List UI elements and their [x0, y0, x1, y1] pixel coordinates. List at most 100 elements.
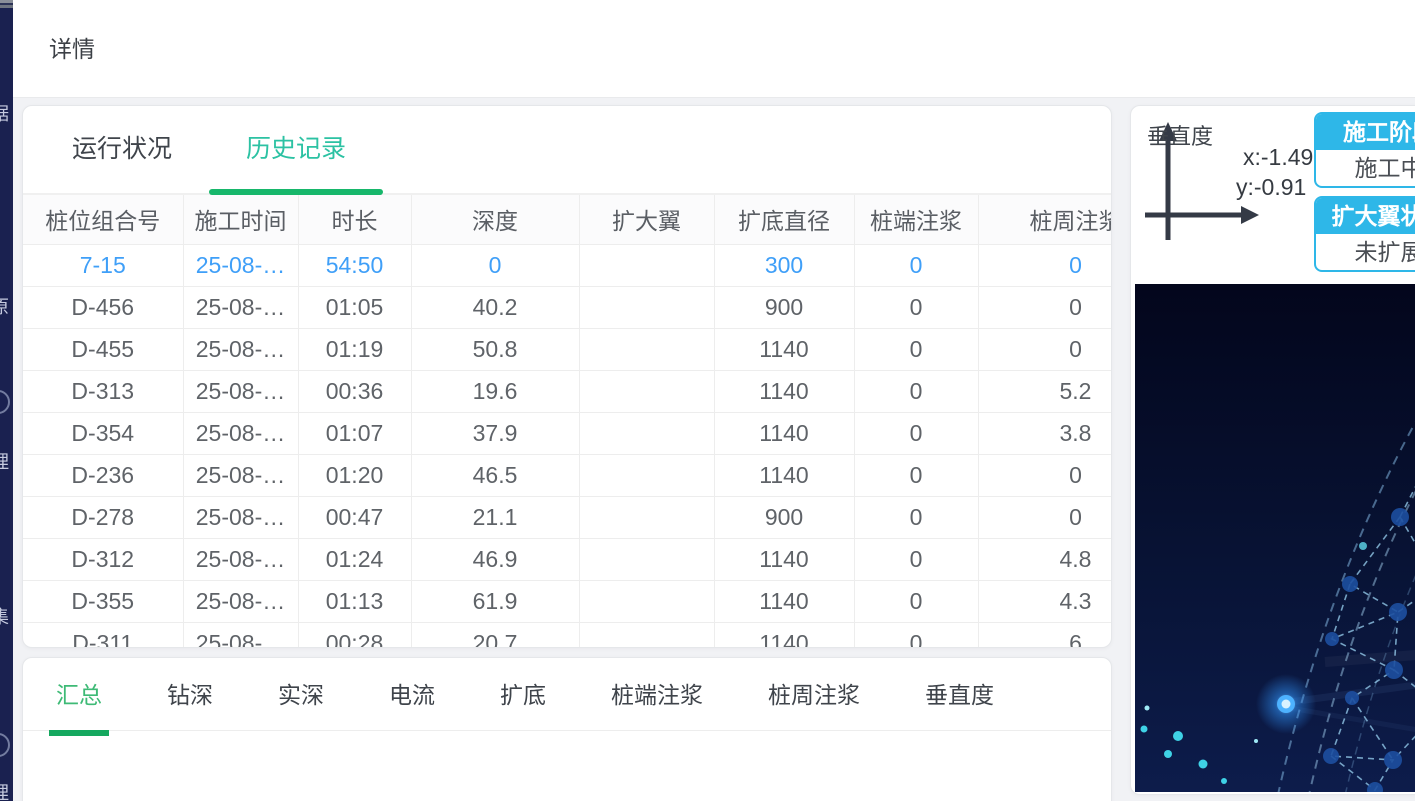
dialog-body: 运行状况历史记录 桩位组合号施工时间时长深度扩大翼扩底直径桩端注浆桩周注浆 7-… — [13, 97, 1415, 801]
table-cell: 00:28 — [298, 622, 411, 648]
table-cell — [579, 496, 714, 538]
table-cell: 0 — [854, 454, 978, 496]
table-cell — [579, 328, 714, 370]
table-cell — [579, 244, 714, 286]
table-cell: D-313 — [23, 370, 183, 412]
wing-status-value: 未扩展 — [1316, 234, 1415, 270]
table-cell — [579, 622, 714, 648]
table-row[interactable]: D-31225-08-…01:2446.9114004.8 — [23, 538, 1112, 580]
table-row[interactable]: D-31125-08-…00:2820.7114006 — [23, 622, 1112, 648]
table-row[interactable]: D-31325-08-…00:3619.6114005.2 — [23, 370, 1112, 412]
app-logo-icon — [0, 0, 13, 10]
table-cell: 01:05 — [298, 286, 411, 328]
table-cell: 0 — [411, 244, 579, 286]
verticality-x-value: x:-1.49 — [1243, 144, 1313, 171]
table-cell: 5.2 — [978, 370, 1112, 412]
table-cell — [579, 370, 714, 412]
table-cell: 00:47 — [298, 496, 411, 538]
sidebar-menu-glyph: 原 — [0, 297, 13, 317]
table-cell: 300 — [714, 244, 854, 286]
column-header: 扩大翼 — [579, 195, 714, 244]
dialog-header: 详情 — [13, 0, 1415, 97]
table-cell: 900 — [714, 496, 854, 538]
construction-stage-box: 施工阶段 施工中 — [1314, 112, 1415, 188]
table-cell: 40.2 — [411, 286, 579, 328]
sidebar-menu-icon — [0, 390, 10, 414]
sidebar-menu-icon — [0, 733, 10, 757]
table-row[interactable]: D-45525-08-…01:1950.8114000 — [23, 328, 1112, 370]
column-header: 深度 — [411, 195, 579, 244]
table-cell: 25-08-… — [183, 538, 298, 580]
table-cell: D-278 — [23, 496, 183, 538]
sidebar-menu-glyph: 集 — [0, 607, 13, 627]
column-header: 扩底直径 — [714, 195, 854, 244]
table-cell: 01:19 — [298, 328, 411, 370]
table-cell: 900 — [714, 286, 854, 328]
column-header: 桩端注浆 — [854, 195, 978, 244]
tab-history[interactable]: 历史记录 — [209, 106, 383, 193]
verticality-title: 垂直度 — [1147, 119, 1213, 151]
table-row[interactable]: D-23625-08-…01:2046.5114000 — [23, 454, 1112, 496]
table-cell: 21.1 — [411, 496, 579, 538]
table-cell: 0 — [854, 286, 978, 328]
dialog-title: 详情 — [49, 30, 95, 64]
main-tab-bar: 运行状况历史记录 — [23, 106, 1111, 195]
table-cell: 25-08-… — [183, 328, 298, 370]
tab-summary[interactable]: 汇总 — [49, 672, 109, 730]
table-cell: 1140 — [714, 538, 854, 580]
network-decoration — [1135, 284, 1415, 792]
verticality-y-value: y:-0.91 — [1236, 174, 1306, 201]
table-cell: 0 — [978, 454, 1112, 496]
table-row[interactable]: D-45625-08-…01:0540.290000 — [23, 286, 1112, 328]
column-header: 桩位组合号 — [23, 195, 183, 244]
table-cell: 25-08-… — [183, 454, 298, 496]
table-cell: 46.5 — [411, 454, 579, 496]
sidebar-menu-glyph: 理 — [0, 783, 13, 801]
sidebar-menu-glyph: 理 — [0, 452, 13, 472]
table-cell: 0 — [854, 412, 978, 454]
table-cell: 01:07 — [298, 412, 411, 454]
tab-verticality[interactable]: 垂直度 — [918, 672, 1001, 730]
chart-card: 汇总钻深实深电流扩底桩端注浆桩周注浆垂直度 — [22, 657, 1112, 801]
table-cell: D-236 — [23, 454, 183, 496]
table-cell — [579, 454, 714, 496]
table-cell: 0 — [854, 328, 978, 370]
table-cell: 01:20 — [298, 454, 411, 496]
table-row[interactable]: 7-1525-08-…54:50030000 — [23, 244, 1112, 286]
table-cell: D-311 — [23, 622, 183, 648]
table-cell: D-355 — [23, 580, 183, 622]
table-cell: 37.9 — [411, 412, 579, 454]
table-cell: 61.9 — [411, 580, 579, 622]
table-cell: 4.8 — [978, 538, 1112, 580]
table-cell: 1140 — [714, 580, 854, 622]
tab-pile-end-grouting[interactable]: 桩端注浆 — [604, 672, 710, 730]
tab-actual-depth[interactable]: 实深 — [271, 672, 331, 730]
table-row[interactable]: D-35425-08-…01:0737.9114003.8 — [23, 412, 1112, 454]
table-cell: 54:50 — [298, 244, 411, 286]
tab-running-status[interactable]: 运行状况 — [35, 106, 209, 193]
table-cell: 1140 — [714, 454, 854, 496]
table-cell: 19.6 — [411, 370, 579, 412]
sidebar-menu-glyph: 据 — [0, 104, 13, 124]
table-cell: D-455 — [23, 328, 183, 370]
table-cell: 0 — [854, 622, 978, 648]
tab-current[interactable]: 电流 — [382, 672, 442, 730]
tab-drill-depth[interactable]: 钻深 — [160, 672, 220, 730]
table-row[interactable]: D-27825-08-…00:4721.190000 — [23, 496, 1112, 538]
table-cell: 25-08-… — [183, 286, 298, 328]
table-cell: 6 — [978, 622, 1112, 648]
table-cell: 0 — [978, 244, 1112, 286]
table-cell: 3.8 — [978, 412, 1112, 454]
table-row[interactable]: D-35525-08-…01:1361.9114004.3 — [23, 580, 1112, 622]
table-cell: 01:13 — [298, 580, 411, 622]
table-cell: 46.9 — [411, 538, 579, 580]
table-cell: 25-08-… — [183, 622, 298, 648]
table-cell: 1140 — [714, 328, 854, 370]
table-cell: 0 — [978, 496, 1112, 538]
tab-pile-side-grouting[interactable]: 桩周注浆 — [761, 672, 867, 730]
tab-bottom-expansion[interactable]: 扩底 — [493, 672, 553, 730]
table-cell — [579, 286, 714, 328]
table-cell: 0 — [854, 580, 978, 622]
table-cell: 25-08-… — [183, 496, 298, 538]
table-cell: 0 — [854, 370, 978, 412]
